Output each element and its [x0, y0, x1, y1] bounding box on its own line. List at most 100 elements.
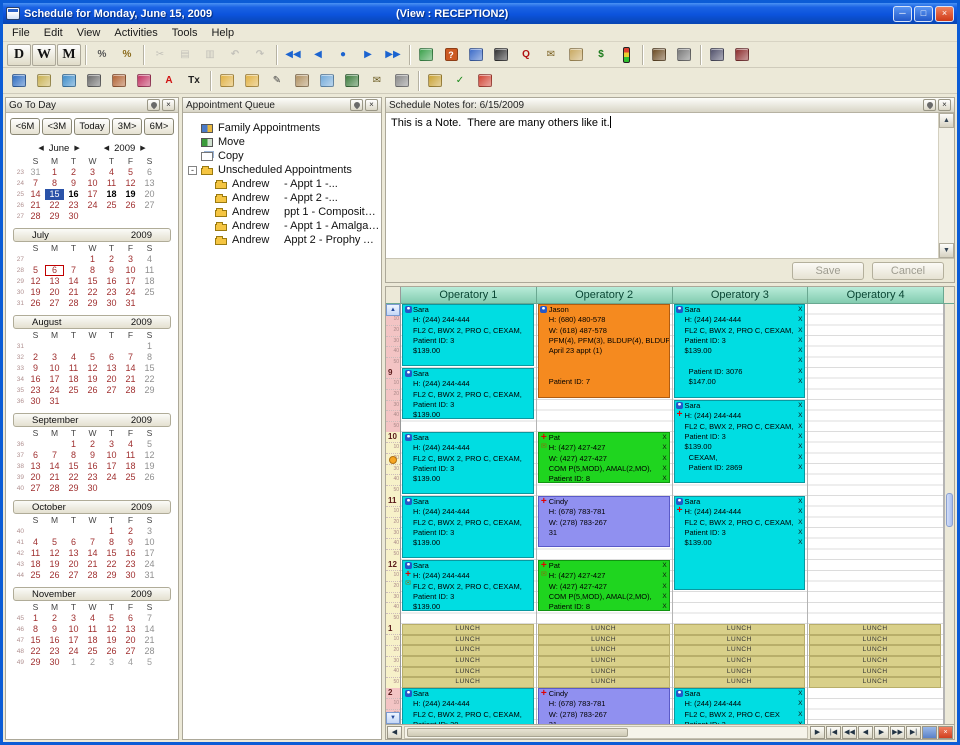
day-cell[interactable]: 30 [102, 298, 121, 309]
week-view-button[interactable]: W [32, 44, 56, 66]
day-cell[interactable]: 15 [102, 548, 121, 559]
day-cell[interactable]: 17 [45, 374, 64, 385]
month-view-button[interactable]: M [57, 44, 81, 66]
day-cell[interactable]: 8 [83, 265, 102, 276]
queue-item[interactable]: Andrew- Appt 1 -... [183, 177, 381, 191]
back-6-months-button[interactable]: <6M [10, 118, 40, 135]
internet-icon[interactable] [57, 70, 81, 92]
day-cell[interactable]: 21 [26, 200, 45, 211]
day-cell[interactable]: 22 [102, 559, 121, 570]
day-cell[interactable]: 9 [64, 178, 83, 189]
h-scroll-left-button[interactable]: ◀ [387, 726, 402, 739]
day-cell[interactable]: 9 [102, 265, 121, 276]
day-cell[interactable]: 5 [140, 439, 159, 450]
day-cell[interactable]: 21 [121, 374, 140, 385]
back-3-months-button[interactable]: <3M [42, 118, 72, 135]
operatory-header-2[interactable]: Operatory 2 [537, 287, 673, 304]
lab-case-manager-icon[interactable] [107, 70, 131, 92]
day-cell[interactable]: 2 [64, 167, 83, 178]
day-cell[interactable]: 7 [26, 178, 45, 189]
day-cell[interactable]: 1 [26, 613, 45, 624]
operatory-column-4[interactable]: LUNCHLUNCHLUNCHLUNCHLUNCHLUNCH [808, 304, 944, 724]
queue-item[interactable]: Andrew- Appt 1 - Amalgam - 60 [183, 219, 381, 233]
day-cell[interactable]: 1 [64, 439, 83, 450]
day-cell[interactable]: 15 [83, 276, 102, 287]
day-cell[interactable]: 25 [140, 287, 159, 298]
day-cell[interactable]: 9 [45, 624, 64, 635]
lunch-block[interactable]: LUNCH [674, 667, 806, 678]
day-cell[interactable]: 18 [26, 559, 45, 570]
day-cell[interactable]: 31 [26, 167, 45, 178]
appointment-block[interactable]: SaraH: (244) 244-444FL2 C, BWX 2, PRO C,… [402, 688, 534, 724]
day-cell[interactable]: 20 [140, 189, 159, 200]
day-cell[interactable]: 18 [121, 461, 140, 472]
search-icon[interactable] [464, 44, 488, 66]
save-button[interactable]: Save [792, 262, 864, 280]
day-cell[interactable]: 4 [26, 537, 45, 548]
day-cell[interactable]: 19 [26, 287, 45, 298]
appointment-block[interactable]: +✉PatH: (427) 427-427W: (427) 427-427COM… [538, 560, 670, 611]
lunch-block[interactable]: LUNCH [402, 656, 534, 667]
day-cell[interactable]: 5 [121, 167, 140, 178]
day-cell[interactable]: 3 [140, 526, 159, 537]
lunch-block[interactable]: LUNCH [402, 645, 534, 656]
notes-scrollbar[interactable]: ▲ ▼ [938, 113, 954, 258]
medical-alert-icon[interactable]: A [157, 70, 181, 92]
appointment-block[interactable]: +✉PatH: (427) 427-427W: (427) 427-427COM… [538, 432, 670, 483]
day-cell[interactable]: 23 [102, 287, 121, 298]
day-cell[interactable]: 23 [121, 559, 140, 570]
minimize-button[interactable]: ─ [893, 6, 912, 22]
scheduled-production-icon[interactable]: % [90, 44, 114, 66]
lunch-block[interactable]: LUNCH [402, 677, 534, 688]
clipboard-icon[interactable] [290, 70, 314, 92]
day-cell[interactable]: 1 [102, 526, 121, 537]
find-patient-icon[interactable]: ? [439, 44, 463, 66]
queue-item[interactable]: Move [183, 135, 381, 149]
day-cell[interactable]: 7 [83, 537, 102, 548]
day-cell[interactable]: 3 [102, 657, 121, 668]
day-cell[interactable]: 7 [140, 613, 159, 624]
day-cell[interactable]: 14 [45, 461, 64, 472]
binoculars-icon[interactable] [489, 44, 513, 66]
appointment-block[interactable]: SaraH: (244) 244-444FL2 C, BWX 2, PRO C,… [674, 304, 806, 398]
perio-chart-icon[interactable] [82, 70, 106, 92]
day-cell[interactable]: 19 [121, 189, 140, 200]
day-cell[interactable]: 23 [83, 472, 102, 483]
day-cell[interactable]: 24 [64, 646, 83, 657]
day-cell[interactable]: 16 [83, 461, 102, 472]
day-cell[interactable]: 14 [26, 189, 45, 200]
appointment-block[interactable]: +SaraH: (244) 244-444FL2 C, BWX 2, PRO C… [674, 400, 806, 483]
day-cell[interactable]: 30 [121, 570, 140, 581]
day-cell[interactable]: 16 [45, 635, 64, 646]
treatment-planner-icon[interactable]: Tx [182, 70, 206, 92]
day-cell[interactable]: 15 [26, 635, 45, 646]
alerts-icon[interactable] [473, 70, 497, 92]
appointment-block[interactable]: SaraH: (244) 244-444FL2 C, BWX 2, PRO C,… [674, 688, 806, 724]
vertical-scrollbar-thumb[interactable] [946, 493, 953, 527]
day-cell[interactable]: 30 [26, 396, 45, 407]
day-cell[interactable]: 10 [121, 265, 140, 276]
day-cell[interactable]: 12 [83, 363, 102, 374]
correspondence-icon[interactable]: ✉ [365, 70, 389, 92]
day-cell[interactable]: 12 [102, 624, 121, 635]
menu-view[interactable]: View [70, 25, 108, 41]
day-cell[interactable]: 14 [140, 624, 159, 635]
day-cell[interactable]: 26 [45, 570, 64, 581]
traffic-light-icon[interactable] [614, 44, 638, 66]
verify-icon[interactable]: ✓ [448, 70, 472, 92]
day-cell[interactable]: 4 [121, 439, 140, 450]
operatory-column-1[interactable]: SaraH: (244) 244-444FL2 C, BWX 2, PRO C,… [401, 304, 537, 724]
day-cell[interactable]: 10 [140, 537, 159, 548]
mail-icon[interactable]: ✉ [539, 44, 563, 66]
month-header-button[interactable]: September2009 [13, 413, 171, 427]
phone-icon[interactable] [340, 70, 364, 92]
day-cell[interactable]: 7 [64, 265, 83, 276]
day-cell[interactable]: 14 [64, 276, 83, 287]
day-cell[interactable]: 2 [102, 254, 121, 265]
menu-tools[interactable]: Tools [165, 25, 205, 41]
go-next-day-button[interactable]: ▶▶ [890, 726, 905, 739]
h-scrollbar-track[interactable] [404, 726, 808, 739]
day-cell[interactable]: 9 [83, 450, 102, 461]
day-cell[interactable]: 16 [64, 189, 83, 200]
day-cell[interactable]: 5 [102, 613, 121, 624]
